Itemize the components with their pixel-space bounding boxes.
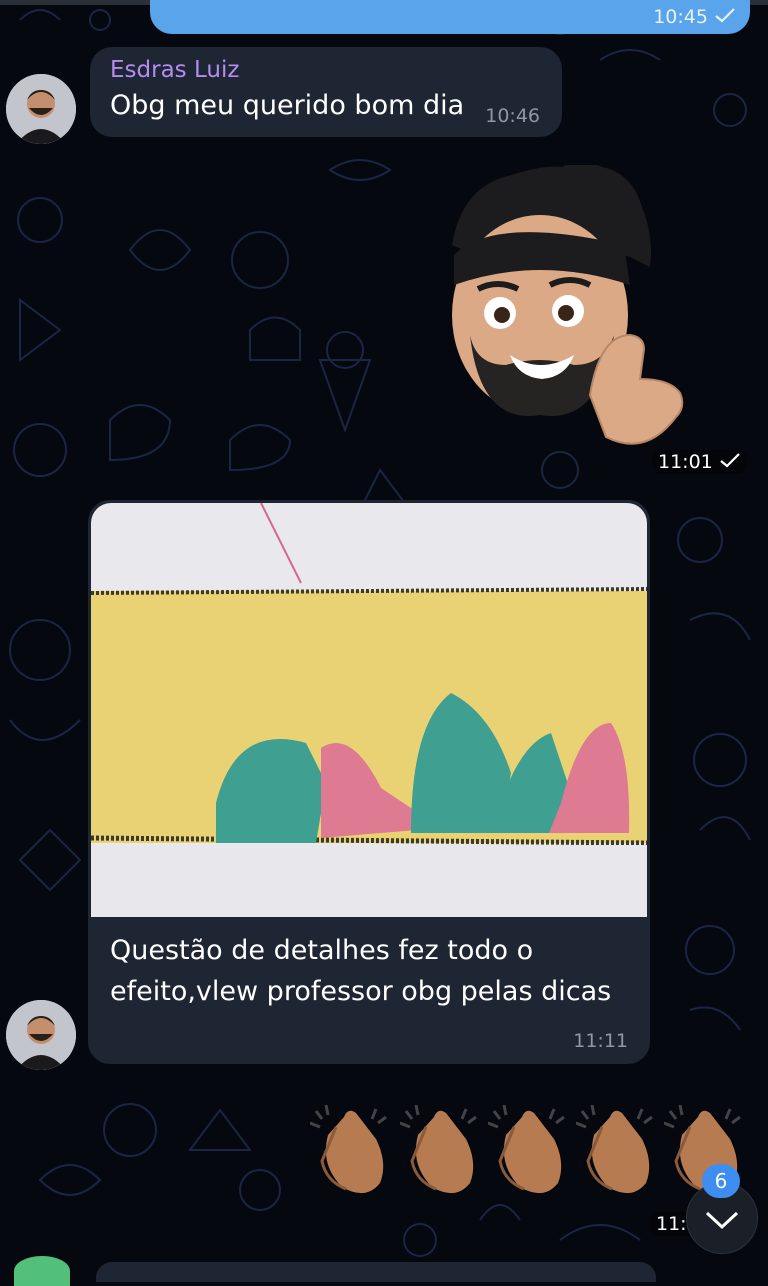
check-icon — [720, 453, 740, 468]
message-time: 11:11 — [573, 1030, 628, 1052]
message-time: 11:01 — [652, 450, 747, 474]
message-time: 10:46 — [485, 105, 540, 127]
unread-count-badge: 6 — [702, 1164, 740, 1198]
incoming-photo-message[interactable]: Questão de detalhes fez todo o efeito,vl… — [88, 500, 650, 1064]
sender-name[interactable]: Esdras Luiz — [110, 57, 239, 83]
message-time: 10:45 — [653, 6, 736, 28]
message-text: Obg meu querido bom dia — [110, 90, 465, 121]
avatar — [14, 1256, 70, 1286]
clapping-hands-emoji — [576, 1105, 653, 1194]
clapping-hands-emoji — [488, 1105, 565, 1194]
memoji-sticker[interactable] — [440, 165, 690, 450]
outgoing-message-bubble[interactable]: 10:45 — [150, 0, 750, 34]
check-icon — [715, 8, 735, 23]
photo-caption: Questão de detalhes fez todo o efeito,vl… — [110, 935, 612, 1007]
avatar[interactable] — [6, 74, 76, 144]
incoming-message-bubble[interactable]: Esdras Luiz Obg meu querido bom dia 10:4… — [90, 47, 562, 137]
avatar[interactable] — [6, 1000, 76, 1070]
photo-attachment[interactable] — [91, 503, 647, 917]
clapping-hands-emoji — [310, 1105, 387, 1194]
clapping-hands-emoji — [400, 1105, 477, 1194]
next-message-peek — [96, 1262, 656, 1282]
